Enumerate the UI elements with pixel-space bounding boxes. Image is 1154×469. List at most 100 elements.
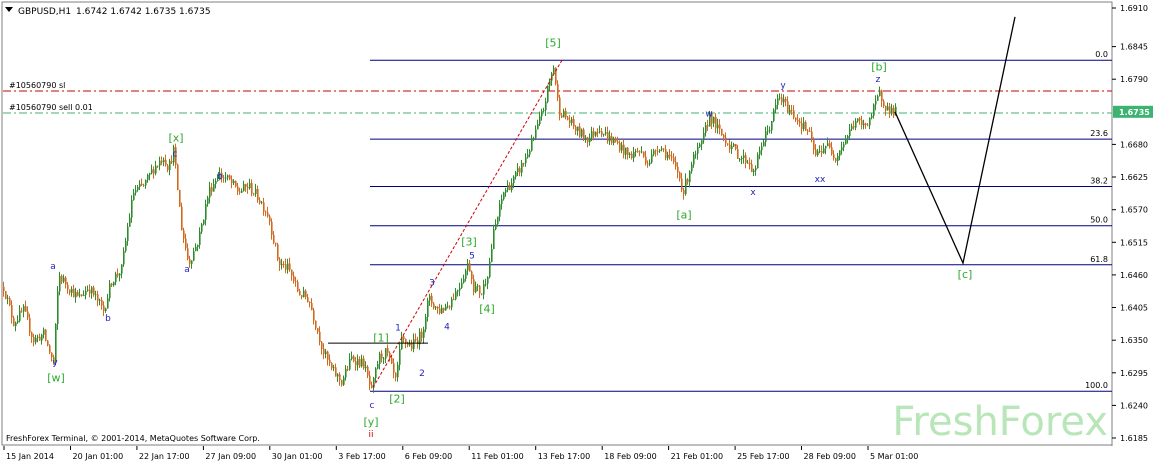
- candle-body: [71, 288, 73, 293]
- candle-body: [587, 137, 589, 143]
- candle-body: [357, 359, 359, 366]
- candle-body: [475, 286, 477, 292]
- candle-body: [857, 118, 859, 122]
- candle-body: [889, 106, 891, 114]
- candle-body: [499, 204, 501, 217]
- candle-body: [429, 295, 431, 301]
- candle-body: [699, 144, 701, 147]
- candle-body: [399, 349, 401, 365]
- candle-body: [527, 154, 529, 158]
- candle-body: [817, 151, 819, 156]
- candle-body: [287, 263, 289, 270]
- candle-body: [7, 298, 9, 299]
- candle-body: [725, 137, 727, 144]
- candle-body: [105, 308, 107, 311]
- candle-body: [813, 138, 815, 150]
- candle-body: [379, 353, 381, 364]
- candle-body: [465, 270, 467, 279]
- candle-body: [83, 295, 85, 296]
- candle-body: [313, 310, 315, 321]
- candle-body: [669, 154, 671, 157]
- candle-body: [469, 263, 471, 272]
- candle-body: [295, 281, 297, 283]
- sell-order-label: #10560790 sell 0.01: [9, 103, 93, 112]
- candle-body: [839, 150, 841, 156]
- candle-body: [771, 121, 773, 131]
- candle-body: [245, 184, 247, 187]
- candle-body: [177, 164, 179, 190]
- candle-body: [847, 135, 849, 139]
- candle-body: [49, 345, 51, 353]
- candle-body: [477, 285, 479, 287]
- candle-body: [691, 164, 693, 172]
- candle-body: [837, 155, 839, 161]
- candle-body: [95, 294, 97, 296]
- wave-label: b: [217, 172, 223, 182]
- candle-body: [695, 153, 697, 155]
- candle-body: [705, 125, 707, 133]
- candle-body: [321, 342, 323, 349]
- price-chart[interactable]: FreshForex 0.0 23.6 38.2 50.0 61.8 100.0 #1056…: [0, 0, 1154, 465]
- price-axis-label: 1.6845: [1120, 43, 1148, 52]
- candle-body: [507, 185, 509, 190]
- candle-body: [875, 100, 877, 105]
- candle-body: [715, 117, 717, 129]
- candle-body: [23, 306, 25, 312]
- candle-body: [757, 154, 759, 169]
- candle-body: [155, 165, 157, 174]
- candle-body: [203, 219, 205, 225]
- wave-label: [2]: [389, 392, 405, 405]
- candle-body: [323, 348, 325, 355]
- candle-body: [733, 144, 735, 147]
- candle-body: [263, 202, 265, 212]
- candle-body: [237, 186, 239, 192]
- candle-body: [265, 211, 267, 213]
- candle-body: [39, 336, 41, 341]
- candle-body: [139, 183, 141, 187]
- wave-label: x: [750, 188, 756, 198]
- candle-body: [349, 358, 351, 370]
- candle-body: [381, 353, 383, 359]
- candle-body: [169, 160, 171, 171]
- candle-body: [241, 190, 243, 193]
- candle-body: [423, 329, 425, 338]
- candle-body: [681, 178, 683, 190]
- candle-body: [865, 123, 867, 125]
- chart-window[interactable]: FreshForex 0.0 23.6 38.2 50.0 61.8 100.0 #1056…: [0, 0, 1154, 465]
- candle-body: [577, 126, 579, 131]
- wave-label: y: [52, 358, 58, 368]
- candle-body: [861, 120, 863, 126]
- candle-body: [893, 107, 895, 116]
- candle-body: [137, 186, 139, 191]
- candle-body: [407, 343, 409, 346]
- candle-body: [799, 121, 801, 124]
- candle-body: [329, 359, 331, 364]
- candle-body: [371, 384, 373, 388]
- candle-body: [777, 98, 779, 105]
- time-axis-label: 5 Mar 01:00: [870, 452, 918, 461]
- candle-body: [791, 109, 793, 111]
- candle-body: [311, 303, 313, 311]
- candle-body: [345, 368, 347, 378]
- candle-body: [301, 295, 303, 297]
- candle-body: [801, 123, 803, 129]
- candle-body: [631, 153, 633, 159]
- wave-label: 2: [419, 369, 425, 379]
- candle-body: [17, 320, 19, 323]
- wave-label: 4: [444, 323, 450, 333]
- candle-body: [671, 156, 673, 158]
- candle-body: [863, 123, 865, 126]
- candle-body: [159, 160, 161, 166]
- wave-label: b: [105, 314, 111, 324]
- candle-body: [609, 136, 611, 142]
- candle-body: [163, 159, 165, 163]
- candle-body: [473, 279, 475, 292]
- candle-body: [75, 292, 77, 298]
- chart-background: [0, 0, 1154, 465]
- candle-body: [683, 189, 685, 194]
- candle-body: [773, 109, 775, 122]
- candle-body: [21, 310, 23, 312]
- time-axis-label: 3 Feb 17:00: [338, 452, 385, 461]
- price-axis-label: 1.6515: [1120, 238, 1148, 247]
- candle-body: [103, 305, 105, 311]
